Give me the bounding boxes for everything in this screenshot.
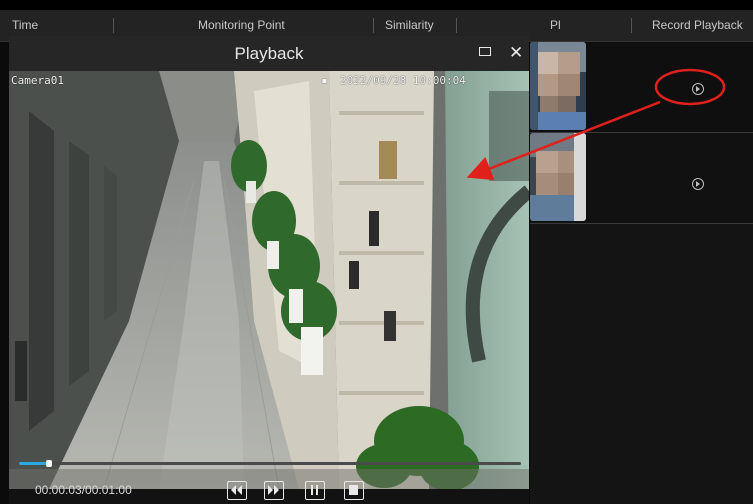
face-thumbnail[interactable] — [530, 133, 586, 221]
face-thumbnail-image — [530, 133, 586, 221]
face-thumbnail-image — [530, 42, 586, 130]
column-record-playback[interactable]: Record Playback — [652, 10, 743, 41]
playback-title: Playback — [234, 44, 304, 63]
column-divider — [373, 18, 374, 33]
column-divider — [113, 18, 114, 33]
results-panel — [530, 42, 753, 504]
maximize-icon[interactable] — [479, 47, 491, 56]
pause-button[interactable] — [305, 481, 325, 500]
column-picture[interactable]: Pl — [550, 10, 561, 41]
result-row[interactable] — [530, 133, 753, 224]
rewind-button[interactable] — [227, 481, 247, 500]
playback-progress-bar[interactable] — [19, 460, 521, 467]
stop-icon — [349, 485, 358, 495]
play-circle-icon[interactable] — [692, 83, 704, 95]
playback-title-bar[interactable]: Playback ✕ — [9, 36, 529, 71]
fast-forward-button[interactable] — [264, 481, 284, 500]
corridor-video-frame — [9, 71, 529, 489]
progress-fill — [19, 462, 50, 465]
video-viewport[interactable]: Camera01 ▪ 2022/09/28 10:00:04 — [9, 71, 529, 489]
stop-button[interactable] — [344, 481, 364, 500]
column-divider — [631, 18, 632, 33]
progress-handle[interactable] — [46, 460, 53, 467]
playback-time: 00:00:03/00:01:00 — [35, 483, 132, 497]
fast-forward-icon — [268, 485, 279, 495]
result-row[interactable] — [530, 42, 753, 133]
rewind-icon — [231, 485, 242, 495]
video-timestamp-overlay: 2022/09/28 10:00:04 — [340, 74, 466, 87]
camera-name-overlay: Camera01 — [11, 74, 64, 87]
close-icon[interactable]: ✕ — [509, 40, 523, 65]
pause-icon — [311, 485, 318, 495]
face-thumbnail[interactable] — [530, 42, 586, 130]
play-circle-icon[interactable] — [692, 178, 704, 190]
playback-window: Playback ✕ Camera01 ▪ 2022/09/28 10:00:0… — [9, 36, 529, 504]
top-strip — [0, 0, 753, 10]
column-divider — [456, 18, 457, 33]
timestamp-indicator: ▪ — [321, 74, 328, 87]
